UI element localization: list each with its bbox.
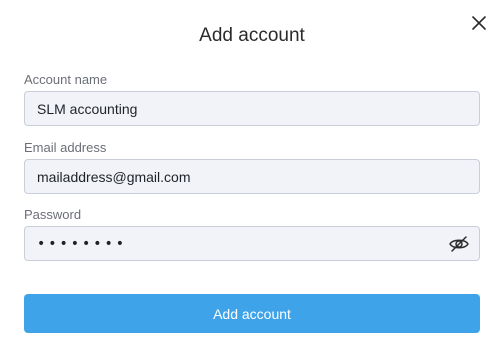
eye-slash-icon[interactable] — [448, 234, 470, 254]
add-account-dialog: Add account Account name Email address P… — [0, 0, 504, 357]
password-label: Password — [24, 207, 82, 222]
email-label: Email address — [24, 140, 107, 155]
account-name-label: Account name — [24, 72, 108, 87]
account-name-field-wrapper — [24, 91, 480, 126]
add-account-button[interactable]: Add account — [24, 294, 480, 333]
email-input[interactable] — [25, 160, 479, 193]
email-field-wrapper — [24, 159, 480, 194]
password-masked-value: •••••••• — [37, 236, 128, 252]
account-name-input[interactable] — [25, 92, 479, 125]
password-field[interactable]: •••••••• — [24, 226, 480, 261]
dialog-title: Add account — [199, 25, 305, 46]
